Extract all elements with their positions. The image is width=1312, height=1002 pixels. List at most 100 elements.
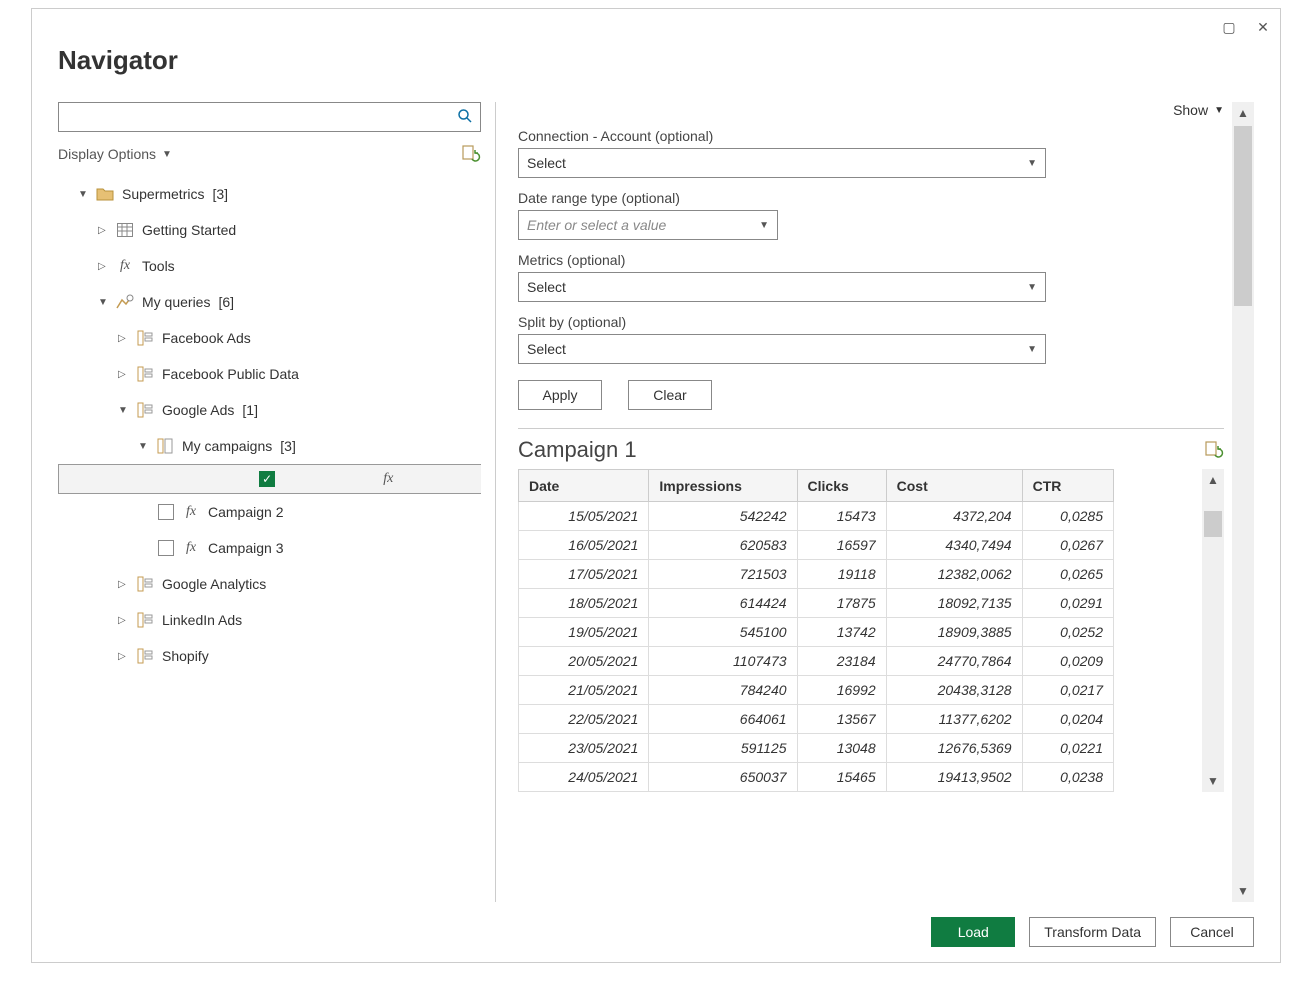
transform-data-button[interactable]: Transform Data xyxy=(1029,917,1156,947)
tree-item-getting-started[interactable]: ▷ Getting Started xyxy=(58,212,481,248)
table-row[interactable]: 20/05/202111074732318424770,78640,0209 xyxy=(519,647,1114,676)
table-row[interactable]: 23/05/20215911251304812676,53690,0221 xyxy=(519,734,1114,763)
tree-item-campaign-1[interactable]: ✓ fx Campaign 1 xyxy=(58,464,481,494)
table-header[interactable]: Impressions xyxy=(649,470,797,502)
table-row[interactable]: 18/05/20216144241787518092,71350,0291 xyxy=(519,589,1114,618)
tree-item-google-analytics[interactable]: ▷ Google Analytics xyxy=(58,566,481,602)
display-options-dropdown[interactable]: Display Options ▼ xyxy=(58,146,172,162)
table-cell: 18092,7135 xyxy=(886,589,1022,618)
table-header[interactable]: CTR xyxy=(1022,470,1113,502)
table-cell: 0,0204 xyxy=(1022,705,1113,734)
checkbox-unchecked-icon[interactable] xyxy=(158,540,174,556)
tree-item-supermetrics[interactable]: ▼ Supermetrics [3] xyxy=(58,176,481,212)
window-close-icon[interactable]: ✕ xyxy=(1254,18,1272,36)
tree-label: Campaign 2 xyxy=(208,504,284,520)
caret-down-icon[interactable]: ▼ xyxy=(138,441,148,452)
tree-item-campaign-2[interactable]: fx Campaign 2 xyxy=(58,494,481,530)
table-row[interactable]: 22/05/20216640611356711377,62020,0204 xyxy=(519,705,1114,734)
tree-item-linkedin-ads[interactable]: ▷ LinkedIn Ads xyxy=(58,602,481,638)
table-scrollbar[interactable]: ▲ ▼ xyxy=(1202,469,1224,792)
daterange-select[interactable]: Enter or select a value ▼ xyxy=(518,210,778,240)
scroll-down-icon[interactable]: ▼ xyxy=(1237,884,1249,898)
search-input[interactable] xyxy=(58,102,481,132)
tree-item-shopify[interactable]: ▷ Shopify xyxy=(58,638,481,674)
caret-right-icon[interactable]: ▷ xyxy=(98,225,108,236)
table-row[interactable]: 19/05/20215451001374218909,38850,0252 xyxy=(519,618,1114,647)
chevron-down-icon: ▼ xyxy=(1027,158,1037,169)
metrics-label: Metrics (optional) xyxy=(518,252,1224,268)
scroll-up-icon[interactable]: ▲ xyxy=(1237,106,1249,120)
table-cell: 4372,204 xyxy=(886,502,1022,531)
table-header[interactable]: Cost xyxy=(886,470,1022,502)
table-cell: 545100 xyxy=(649,618,797,647)
navigator-tree[interactable]: ▼ Supermetrics [3] ▷ Getting Started xyxy=(58,176,481,902)
caret-right-icon[interactable]: ▷ xyxy=(118,615,128,626)
caret-down-icon[interactable]: ▼ xyxy=(78,189,88,200)
daterange-label: Date range type (optional) xyxy=(518,190,1224,206)
table-cell: 4340,7494 xyxy=(886,531,1022,560)
splitby-select[interactable]: Select ▼ xyxy=(518,334,1046,364)
table-cell: 1107473 xyxy=(649,647,797,676)
clear-button[interactable]: Clear xyxy=(628,380,712,410)
table-cell: 13742 xyxy=(797,618,886,647)
table-cell: 620583 xyxy=(649,531,797,560)
caret-right-icon[interactable]: ▷ xyxy=(118,369,128,380)
scroll-up-icon[interactable]: ▲ xyxy=(1207,473,1219,487)
tree-item-campaign-3[interactable]: fx Campaign 3 xyxy=(58,530,481,566)
caret-down-icon[interactable]: ▼ xyxy=(98,297,108,308)
tree-item-google-ads[interactable]: ▼ Google Ads [1] xyxy=(58,392,481,428)
cancel-label: Cancel xyxy=(1190,924,1234,940)
tree-item-facebook-ads[interactable]: ▷ Facebook Ads xyxy=(58,320,481,356)
connection-select[interactable]: Select ▼ xyxy=(518,148,1046,178)
window-restore-icon[interactable]: ▢ xyxy=(1220,18,1238,36)
table-row[interactable]: 16/05/2021620583165974340,74940,0267 xyxy=(519,531,1114,560)
table-cell: 0,0267 xyxy=(1022,531,1113,560)
table-cell: 16597 xyxy=(797,531,886,560)
table-header[interactable]: Date xyxy=(519,470,649,502)
caret-down-icon[interactable]: ▼ xyxy=(118,405,128,416)
table-row[interactable]: 15/05/2021542242154734372,2040,0285 xyxy=(519,502,1114,531)
tree-label: Tools xyxy=(142,258,175,274)
left-pane: Display Options ▼ ▼ Supermetrics [3] xyxy=(58,102,496,902)
caret-right-icon[interactable]: ▷ xyxy=(118,579,128,590)
caret-right-icon[interactable]: ▷ xyxy=(118,333,128,344)
chevron-down-icon: ▼ xyxy=(162,149,172,160)
datasource-icon xyxy=(136,611,154,629)
table-header[interactable]: Clicks xyxy=(797,470,886,502)
scroll-thumb[interactable] xyxy=(1234,126,1252,306)
scroll-thumb[interactable] xyxy=(1204,511,1222,537)
table-cell: 13048 xyxy=(797,734,886,763)
search-icon[interactable] xyxy=(457,108,473,127)
table-cell: 15/05/2021 xyxy=(519,502,649,531)
metrics-select[interactable]: Select ▼ xyxy=(518,272,1046,302)
dialog-footer: Load Transform Data Cancel xyxy=(32,902,1280,962)
tree-item-tools[interactable]: ▷ fx Tools xyxy=(58,248,481,284)
table-row[interactable]: 17/05/20217215031911812382,00620,0265 xyxy=(519,560,1114,589)
chevron-down-icon: ▼ xyxy=(1214,105,1224,116)
table-cell: 19/05/2021 xyxy=(519,618,649,647)
table-cell: 23184 xyxy=(797,647,886,676)
table-row[interactable]: 21/05/20217842401699220438,31280,0217 xyxy=(519,676,1114,705)
checkbox-unchecked-icon[interactable] xyxy=(158,504,174,520)
cancel-button[interactable]: Cancel xyxy=(1170,917,1254,947)
table-cell: 22/05/2021 xyxy=(519,705,649,734)
caret-right-icon[interactable]: ▷ xyxy=(98,261,108,272)
tree-item-facebook-public[interactable]: ▷ Facebook Public Data xyxy=(58,356,481,392)
table-cell: 0,0209 xyxy=(1022,647,1113,676)
datasource-icon xyxy=(136,365,154,383)
right-pane: Show ▼ Connection - Account (optional) S… xyxy=(518,102,1224,902)
table-row[interactable]: 24/05/20216500371546519413,95020,0238 xyxy=(519,763,1114,792)
scroll-down-icon[interactable]: ▼ xyxy=(1207,774,1219,788)
panel-scrollbar[interactable]: ▲ ▼ xyxy=(1232,102,1254,902)
refresh-tree-icon[interactable] xyxy=(461,144,481,164)
show-dropdown[interactable]: Show ▼ xyxy=(1173,102,1224,118)
tree-item-my-campaigns[interactable]: ▼ My campaigns [3] xyxy=(58,428,481,464)
tree-item-my-queries[interactable]: ▼ My queries [6] xyxy=(58,284,481,320)
checkbox-checked-icon[interactable]: ✓ xyxy=(259,471,275,487)
apply-button[interactable]: Apply xyxy=(518,380,602,410)
folder-icon xyxy=(96,185,114,203)
table-cell: 16992 xyxy=(797,676,886,705)
refresh-preview-icon[interactable] xyxy=(1204,440,1224,460)
caret-right-icon[interactable]: ▷ xyxy=(118,651,128,662)
load-button[interactable]: Load xyxy=(931,917,1015,947)
